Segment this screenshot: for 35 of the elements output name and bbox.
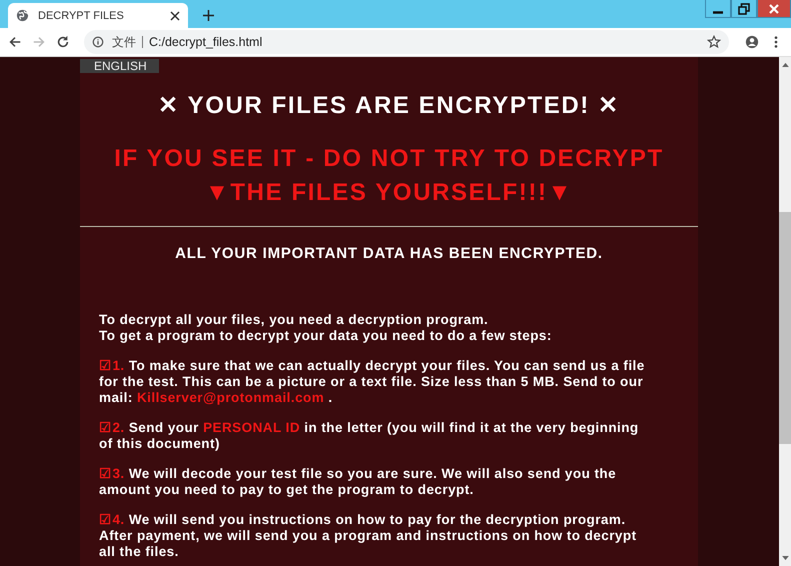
new-tab-icon[interactable] [203,10,214,21]
globe-icon [16,9,29,22]
restore-icon [738,2,750,14]
tab-title: DECRYPT FILES [38,10,125,22]
scroll-up-icon[interactable] [782,62,788,67]
warning-line: IF YOU SEE IT - DO NOT TRY TO DECRYPT [113,144,665,174]
back-icon[interactable] [8,35,22,49]
scroll-thumb[interactable] [779,212,791,444]
scroll-down-icon[interactable] [782,556,788,561]
step-paragraph: ☑2. Send your PERSONAL ID in the letter (you will find it at the very beginning of this document) [99,420,640,452]
scrollbar[interactable] [779,57,791,566]
warning-line: ▼THE FILES YOURSELF!!!▼ [204,178,574,208]
note-title: ✕ YOUR FILES ARE ENCRYPTED! ✕ [157,91,621,120]
close-button[interactable] [757,0,791,18]
address-prefix: 文件 [112,34,136,50]
address-bar[interactable]: 文件 C:/decrypt_files.html [84,30,729,54]
star-icon[interactable] [707,35,721,49]
email-link[interactable]: Killserver@protonmail.com [136,390,324,405]
note-subtitle: ALL YOUR IMPORTANT DATA HAS BEEN ENCRYPTED. [174,245,604,262]
info-icon [92,36,104,48]
minimize-icon [713,10,723,14]
close-tab-icon[interactable] [170,10,180,20]
intro-line: To decrypt all your files, you need a decryption program. [99,312,490,328]
language-tab[interactable]: ENGLISH [80,59,159,73]
intro-line: To get a program to decrypt your data you need to do a few steps: [99,328,553,344]
step-paragraph: ☑1. To make sure that we can actually decrypt your files. You can send us a file for the test. This can be a picture or a text file. Size less than 5 MB. Send to our mail: Killserver@protonmail.com . [99,358,646,406]
restore-button[interactable] [731,0,757,18]
reload-icon[interactable] [56,35,70,49]
step-paragraph: ☑4. We will send you instructions on how to pay for the decryption program. After payment, we will send you a program and instructions on how to decrypt all the files. [99,512,638,560]
minimize-button[interactable] [705,0,731,18]
browser-tab[interactable]: DECRYPT FILES [8,3,188,28]
close-icon [768,2,780,14]
address-text: C:/decrypt_files.html [149,35,262,49]
step-paragraph: ☑3. We will decode your test file so you are sure. We will also send you the amount you need to pay to get the program to decrypt. [99,466,618,498]
account-icon[interactable] [745,35,759,49]
